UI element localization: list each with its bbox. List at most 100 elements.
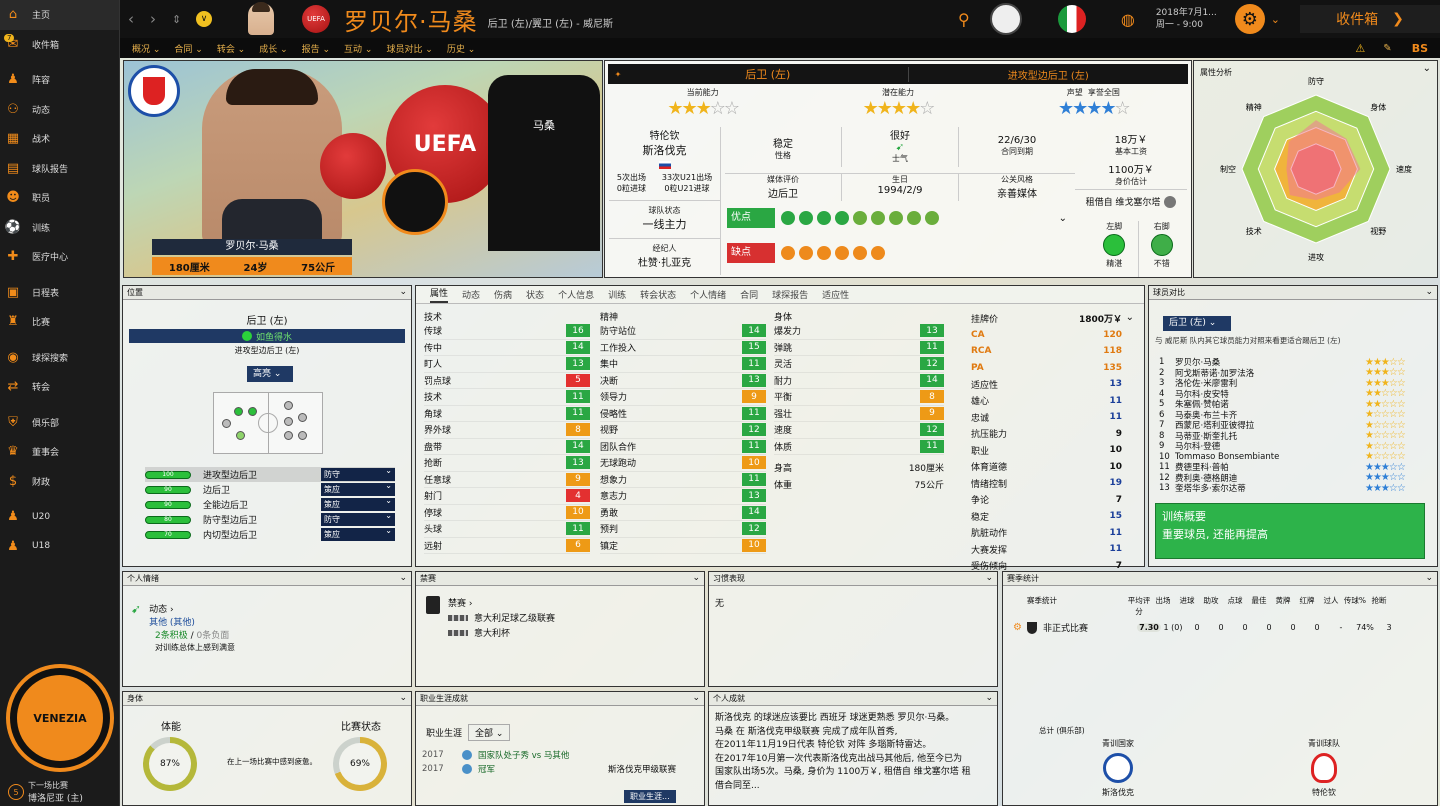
strength-trait-icon[interactable] [835,211,849,225]
strength-trait-icon[interactable] [889,211,903,225]
match-stats-chevron-icon[interactable]: ⌄ [1425,572,1433,585]
position-panel-chevron-icon[interactable]: ⌄ [399,286,407,299]
subnav-item-1[interactable]: 合同 ⌄ [174,42,202,55]
globe-icon[interactable]: ◍ [1118,10,1138,29]
sidebar-item-medical[interactable]: ✚ 医疗中心 [0,242,119,272]
subnav-item-3[interactable]: 成长 ⌄ [259,42,287,55]
career-more-button[interactable]: 职业生涯... [624,790,676,803]
edit-icon[interactable]: ✎ [1383,43,1391,54]
career-filter-dropdown[interactable]: 全部 ⌄ [468,724,511,741]
attribute-analysis-chevron-icon[interactable]: ⌄ [1423,63,1431,74]
role-row[interactable]: 90 边后卫 策应 [145,481,395,497]
weakness-trait-icon[interactable] [835,246,849,260]
back-arrow-icon[interactable]: ‹ [128,10,142,28]
role-row[interactable]: 100 进攻型边后卫 防守 [145,466,395,482]
sidebar-item-u18[interactable]: ♟ U18 [0,532,119,562]
career-row[interactable]: 2017 国家队处子秀 vs 马其他 [422,748,692,762]
compare-row[interactable]: 9 马尔科·登德 ★☆☆☆☆ [1159,441,1427,453]
career-chevron-icon[interactable]: ⌄ [692,692,700,705]
mood-chevron-icon[interactable]: ⌄ [399,572,407,585]
subnav-item-7[interactable]: 历史 ⌄ [447,42,475,55]
sidebar-item-board[interactable]: ♛ 董事会 [0,437,119,467]
achievements-chevron-icon[interactable]: ⌄ [985,692,993,705]
sidebar-item-team-report[interactable]: ▤ 球队报告 [0,154,119,184]
weakness-trait-icon[interactable] [781,246,795,260]
forward-arrow-icon[interactable]: › [150,10,164,28]
alert-icon[interactable]: ⚠ [1355,42,1365,55]
sidebar-item-inbox[interactable]: ✉ 7 收件箱 [0,30,119,60]
bans-chevron-icon[interactable]: ⌄ [692,572,700,585]
continue-dropdown-icon[interactable]: ⌄ [1271,13,1280,26]
role-duty-dropdown[interactable]: 策应 [321,496,395,511]
weakness-trait-icon[interactable] [871,246,885,260]
role-row[interactable]: 80 防守型边后卫 防守 [145,511,395,527]
compare-row[interactable]: 13 奎塔华多·索尔达蒂 ★★★☆☆ [1159,483,1427,495]
subnav-item-2[interactable]: 转会 ⌄ [217,42,245,55]
tab-8[interactable]: 合同 [740,288,758,301]
sidebar-item-trophy[interactable]: ♜ 比赛 [0,307,119,337]
role-duty-dropdown[interactable]: 策应 [321,481,395,496]
search-icon[interactable]: ⚲ [954,10,974,29]
strength-trait-icon[interactable] [907,211,921,225]
continue-gear-icon[interactable]: ⚙ [1234,4,1265,34]
hidden-attributes-dropdown-icon[interactable]: ⌄ [1126,312,1134,323]
sidebar-item-scouting[interactable]: ◉ 球探搜索 [0,343,119,373]
sidebar-item-dynamics[interactable]: ⚇ 动态 [0,95,119,125]
strength-trait-icon[interactable] [853,211,867,225]
strength-trait-icon[interactable] [925,211,939,225]
tab-2[interactable]: 伤病 [494,288,512,301]
compare-chevron-icon[interactable]: ⌄ [1425,286,1433,299]
bs-shortcut-icon[interactable]: BS [1412,42,1428,55]
tab-0[interactable]: 属性 [430,286,449,303]
strength-trait-icon[interactable] [781,211,795,225]
subnav-item-4[interactable]: 报告 ⌄ [302,42,330,55]
updown-arrow-icon[interactable]: ⇕ [172,13,186,26]
strength-trait-icon[interactable] [799,211,813,225]
subnav-item-6[interactable]: 球员对比 ⌄ [386,42,432,55]
habits-chevron-icon[interactable]: ⌄ [985,572,993,585]
strength-trait-icon[interactable] [871,211,885,225]
sidebar-item-u20[interactable]: ♟ U20 [0,502,119,532]
career-row[interactable]: 2017 冠军 斯洛伐克甲级联赛 [422,762,692,776]
tab-4[interactable]: 个人信息 [558,288,594,301]
tab-10[interactable]: 适应性 [822,288,849,301]
next-match[interactable]: 5 下一场比赛 博洛尼亚 (主) [8,780,83,804]
tab-3[interactable]: 状态 [526,288,544,301]
sidebar-item-squad[interactable]: ♟ 阵容 [0,65,119,95]
tab-7[interactable]: 个人情绪 [690,288,726,301]
role-row[interactable]: 90 全能边后卫 策应 [145,496,395,512]
sidebar-item-club[interactable]: ⛨ 俱乐部 [0,408,119,438]
role-duty-dropdown[interactable]: 防守 [321,511,395,526]
highlight-dropdown[interactable]: 高亮 ⌄ [247,366,293,382]
compare-rank: 6 [1159,409,1165,420]
tab-5[interactable]: 训练 [608,288,626,301]
subnav-item-0[interactable]: 概况 ⌄ [132,42,160,55]
club-badge-icon[interactable] [989,3,1022,35]
sidebar-item-calendar[interactable]: ▣ 日程表 [0,278,119,308]
tab-6[interactable]: 转会状态 [640,288,676,301]
strengths-expand-icon[interactable]: ⌄ [1059,213,1067,224]
strength-trait-icon[interactable] [817,211,831,225]
role-duty-dropdown[interactable]: 策应 [321,526,395,541]
game-date[interactable]: 2018年7月1... 周一 - 9:00 [1156,7,1217,31]
sidebar-item-training[interactable]: ⚽ 训练 [0,213,119,243]
role-row[interactable]: 70 内切型边后卫 策应 [145,526,395,542]
subnav-item-5[interactable]: 互动 ⌄ [344,42,372,55]
role-duty-dropdown[interactable]: 防守 [321,466,395,481]
weakness-trait-icon[interactable] [817,246,831,260]
tab-9[interactable]: 球探报告 [772,288,808,301]
sidebar-item-tactics[interactable]: ▦ 战术 [0,124,119,154]
weakness-trait-icon[interactable] [799,246,813,260]
inbox-continue-button[interactable]: 收件箱 ❯ [1300,5,1440,33]
sidebar-item-staff[interactable]: ☻ 职员 [0,183,119,213]
sidebar-item-finance[interactable]: $ 财政 [0,467,119,497]
strengths-label: 优点 [727,208,775,228]
compare-position-dropdown[interactable]: 后卫 (左) ⌄ [1163,316,1231,331]
physique-chevron-icon[interactable]: ⌄ [399,692,407,705]
sidebar-item-home[interactable]: ⌂ 主页 [0,0,119,30]
tab-1[interactable]: 动态 [462,288,480,301]
weakness-trait-icon[interactable] [853,246,867,260]
mood-dynamics[interactable]: ➹ 动态 › 其他 (其他) [131,602,195,628]
dropdown-chevron-icon[interactable]: ∨ [196,11,212,27]
sidebar-item-transfer[interactable]: ⇄ 转会 [0,372,119,402]
